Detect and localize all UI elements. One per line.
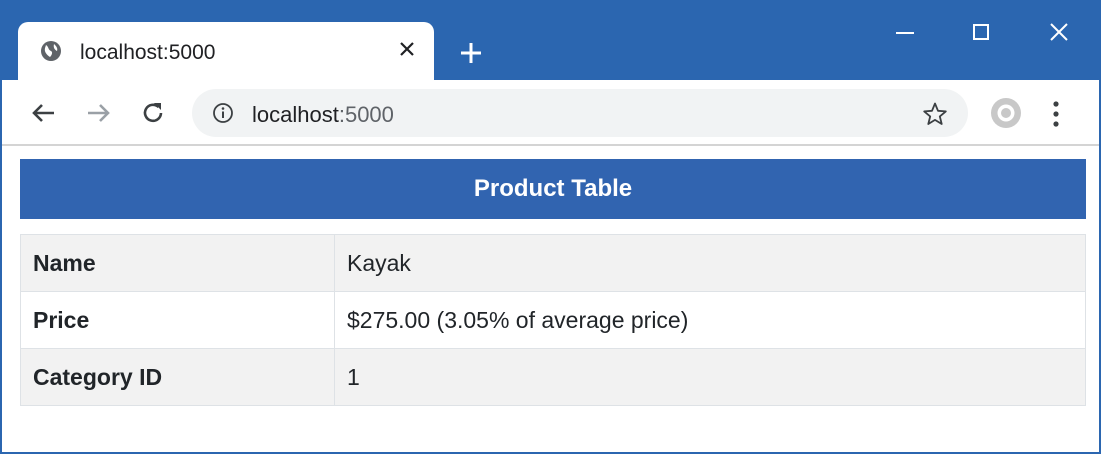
minimize-icon[interactable] <box>890 18 920 48</box>
row-value: Kayak <box>334 234 1086 292</box>
close-icon[interactable] <box>396 38 418 60</box>
url-host: localhost <box>252 102 339 127</box>
address-bar[interactable]: localhost:5000 <box>192 89 968 137</box>
maximize-icon[interactable] <box>966 18 996 48</box>
forward-arrow-icon[interactable] <box>84 98 114 128</box>
browser-tab[interactable]: localhost:5000 <box>18 22 434 80</box>
table-row: Category ID 1 <box>20 348 1086 406</box>
url-port: :5000 <box>338 102 394 127</box>
kebab-menu-icon[interactable] <box>1052 100 1060 128</box>
row-label: Name <box>20 234 335 292</box>
table-row: Name Kayak <box>20 234 1086 292</box>
tab-title: localhost:5000 <box>80 41 216 64</box>
browser-window: localhost:5000 localhost:5000 Product Ta… <box>0 0 1101 454</box>
row-value: 1 <box>334 348 1086 406</box>
row-label: Price <box>20 291 335 349</box>
window-close-icon[interactable] <box>1044 18 1074 48</box>
title-bar: localhost:5000 <box>0 0 1101 80</box>
reload-icon[interactable] <box>138 98 168 128</box>
back-arrow-icon[interactable] <box>28 98 58 128</box>
url-text[interactable]: localhost:5000 <box>252 102 394 128</box>
plus-icon[interactable] <box>458 40 484 66</box>
browser-toolbar: localhost:5000 <box>0 80 1101 146</box>
globe-icon <box>41 41 61 61</box>
profile-icon[interactable] <box>990 97 1022 129</box>
page-title: Product Table <box>20 159 1086 219</box>
page-content: Product Table Name Kayak Price $275.00 (… <box>0 148 1101 452</box>
row-label: Category ID <box>20 348 335 406</box>
product-table: Name Kayak Price $275.00 (3.05% of avera… <box>20 234 1086 406</box>
info-icon[interactable] <box>212 102 234 124</box>
row-value: $275.00 (3.05% of average price) <box>334 291 1086 349</box>
table-row: Price $275.00 (3.05% of average price) <box>20 291 1086 349</box>
star-icon[interactable] <box>922 101 948 127</box>
